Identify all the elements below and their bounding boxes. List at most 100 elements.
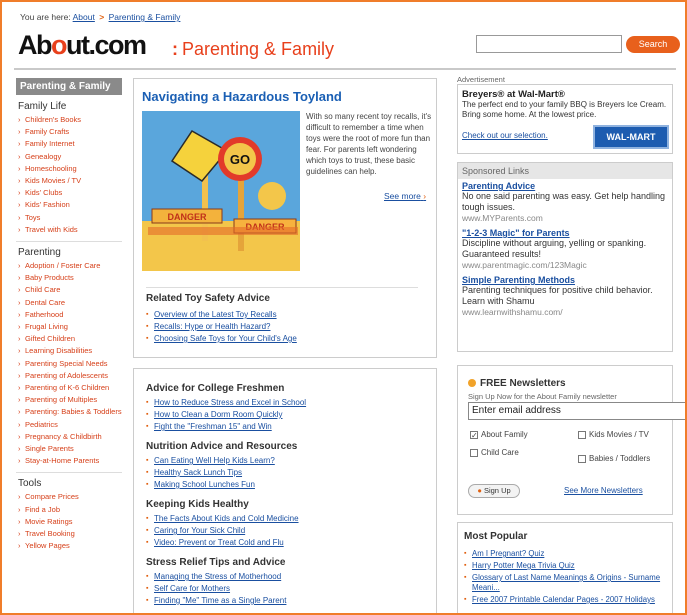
list-item[interactable]: Caring for Your Sick Child: [146, 525, 299, 537]
nav-item[interactable]: Yellow Pages: [18, 540, 122, 552]
nav-item[interactable]: Find a Job: [18, 504, 122, 516]
walmart-logo[interactable]: WAL-MART: [593, 125, 669, 149]
nav-item[interactable]: Family Internet: [18, 138, 122, 150]
see-more-newsletters-link[interactable]: See More Newsletters: [564, 486, 643, 495]
checkbox-icon[interactable]: [470, 448, 478, 457]
list-item[interactable]: Glossary of Last Name Meanings & Origins…: [464, 573, 668, 593]
sponsored-url[interactable]: www.learnwithshamu.com/: [462, 307, 668, 317]
breadcrumb-about[interactable]: About: [73, 12, 95, 22]
nav-item[interactable]: Family Crafts: [18, 126, 122, 138]
chevron-right-icon: ›: [423, 191, 427, 201]
nav-item[interactable]: Pregnancy & Childbirth: [18, 431, 122, 443]
email-field[interactable]: Enter email address: [468, 402, 685, 420]
nav-item[interactable]: Dental Care: [18, 297, 122, 309]
most-popular-title: Most Popular: [464, 531, 528, 542]
advertisement[interactable]: Breyers® at Wal-Mart® The perfect end to…: [457, 84, 673, 154]
ad-title: Breyers® at Wal-Mart®: [462, 89, 565, 100]
feature-title[interactable]: Navigating a Hazardous Toyland: [142, 89, 342, 104]
nav-item[interactable]: Baby Products: [18, 272, 122, 284]
option-label: Child Care: [481, 448, 519, 457]
list-item[interactable]: Making School Lunches Fun: [146, 479, 275, 491]
ad-link[interactable]: Check out our selection.: [462, 131, 548, 140]
list-item[interactable]: Free 2007 Printable Calendar Pages - 200…: [464, 595, 668, 605]
sponsored-url[interactable]: www.parentmagic.com/123Magic: [462, 260, 668, 270]
most-popular: Most Popular Am I Pregnant? Quiz Harry P…: [457, 522, 673, 613]
sponsored-title[interactable]: "1-2-3 Magic" for Parents: [462, 228, 668, 238]
newsletter-option[interactable]: Kids Movies / TV: [578, 430, 668, 440]
nav-item[interactable]: Learning Disabilities: [18, 345, 122, 357]
nav-item[interactable]: Movie Ratings: [18, 516, 122, 528]
sponsored-title[interactable]: Simple Parenting Methods: [462, 275, 668, 285]
list-item[interactable]: The Facts About Kids and Cold Medicine: [146, 513, 299, 525]
nav-item[interactable]: Toys: [18, 212, 122, 224]
nav-item[interactable]: Stay-at-Home Parents: [18, 455, 122, 467]
newsletter-option[interactable]: ✓ About Family: [470, 430, 528, 439]
nav-item[interactable]: Child Care: [18, 284, 122, 296]
list-item[interactable]: Healthy Sack Lunch Tips: [146, 467, 275, 479]
nav-item[interactable]: Gifted Children: [18, 333, 122, 345]
sponsored-title[interactable]: Parenting Advice: [462, 181, 668, 191]
list-item[interactable]: Am I Pregnant? Quiz: [464, 549, 668, 559]
list-item[interactable]: Overview of the Latest Toy Recalls: [146, 309, 297, 321]
sponsored-url[interactable]: www.MYParents.com: [462, 213, 668, 223]
nav-item[interactable]: Parenting Special Needs: [18, 358, 122, 370]
nav-item[interactable]: Frugal Living: [18, 321, 122, 333]
list-item[interactable]: Recalls: Hype or Health Hazard?: [146, 321, 297, 333]
go-sign-text: GO: [230, 152, 250, 167]
list-item[interactable]: Can Eating Well Help Kids Learn?: [146, 455, 275, 467]
nav-item[interactable]: Homeschooling: [18, 163, 122, 175]
nav-group-family-life: Family Life Children's Books Family Craf…: [16, 101, 122, 236]
nav-group-title: Family Life: [18, 101, 67, 112]
nav-item[interactable]: Travel Booking: [18, 528, 122, 540]
related-title: Related Toy Safety Advice: [146, 293, 270, 304]
section-divider: [146, 287, 418, 288]
list-item[interactable]: Fight the "Freshman 15" and Win: [146, 421, 306, 433]
nav-item[interactable]: Parenting of K-6 Children: [18, 382, 122, 394]
nav-group-title: Parenting: [18, 247, 61, 259]
list-item[interactable]: Video: Prevent or Treat Cold and Flu: [146, 537, 299, 549]
search-button[interactable]: Search: [626, 36, 680, 53]
checkbox-checked-icon[interactable]: ✓: [470, 430, 478, 439]
sponsored-item[interactable]: Parenting Advice No one said parenting w…: [458, 179, 672, 226]
breadcrumb-parenting[interactable]: Parenting & Family: [109, 12, 181, 22]
sponsored-item[interactable]: Simple Parenting Methods Parenting techn…: [458, 273, 672, 320]
nav-item[interactable]: Genealogy: [18, 151, 122, 163]
about-logo[interactable]: About.com: [18, 30, 147, 61]
list-item[interactable]: Finding "Me" Time as a Single Parent: [146, 595, 286, 607]
list-item[interactable]: Harry Potter Mega Trivia Quiz: [464, 561, 668, 571]
sponsored-text: Discipline without arguing, yelling or s…: [462, 238, 647, 259]
nav-item[interactable]: Travel with Kids: [18, 224, 122, 236]
feature-description: With so many recent toy recalls, it's di…: [306, 112, 432, 176]
nav-item[interactable]: Children's Books: [18, 114, 122, 126]
nav-item[interactable]: Single Parents: [18, 443, 122, 455]
list-item[interactable]: Self Care for Mothers: [146, 583, 286, 595]
nav-item[interactable]: Pediatrics: [18, 419, 122, 431]
nav-item[interactable]: Adoption / Foster Care: [18, 260, 122, 272]
nav-item[interactable]: Kids' Clubs: [18, 187, 122, 199]
checkbox-icon[interactable]: [578, 430, 586, 439]
newsletter-box: FREE Newsletters Sign Up Now for the Abo…: [457, 365, 685, 515]
nav-item[interactable]: Parenting of Multiples: [18, 394, 122, 406]
checkbox-icon[interactable]: [578, 454, 586, 463]
nav-item[interactable]: Fatherhood: [18, 309, 122, 321]
newsletter-option[interactable]: Babies / Toddlers: [578, 454, 668, 463]
header-divider: [14, 68, 676, 70]
related-list: Overview of the Latest Toy Recalls Recal…: [146, 309, 297, 345]
sponsored-item[interactable]: "1-2-3 Magic" for Parents Discipline wit…: [458, 226, 672, 273]
nav-item[interactable]: Kids' Fashion: [18, 199, 122, 211]
list-item[interactable]: How to Reduce Stress and Excel in School: [146, 397, 306, 409]
list-item[interactable]: Choosing Safe Toys for Your Child's Age: [146, 333, 297, 345]
nav-item[interactable]: Kids Movies / TV: [18, 175, 122, 187]
signup-button[interactable]: ● Sign Up: [468, 484, 520, 498]
nav-item[interactable]: Compare Prices: [18, 491, 122, 503]
newsletter-option[interactable]: Child Care: [470, 448, 519, 457]
list-item[interactable]: Managing the Stress of Motherhood: [146, 571, 286, 583]
list-item[interactable]: How to Clean a Dorm Room Quickly: [146, 409, 306, 421]
nav-heading[interactable]: Parenting & Family: [16, 78, 122, 95]
search-input[interactable]: [476, 35, 622, 53]
feature-image[interactable]: GO DANGER DANGER: [142, 111, 300, 271]
nav-item[interactable]: Parenting of Adolescents: [18, 370, 122, 382]
feature-see-more-link[interactable]: See more ›: [384, 191, 426, 201]
nav-item[interactable]: Parenting: Babies & Toddlers: [18, 406, 122, 418]
nav-group-tools: Tools Compare Prices Find a Job Movie Ra…: [16, 478, 122, 552]
